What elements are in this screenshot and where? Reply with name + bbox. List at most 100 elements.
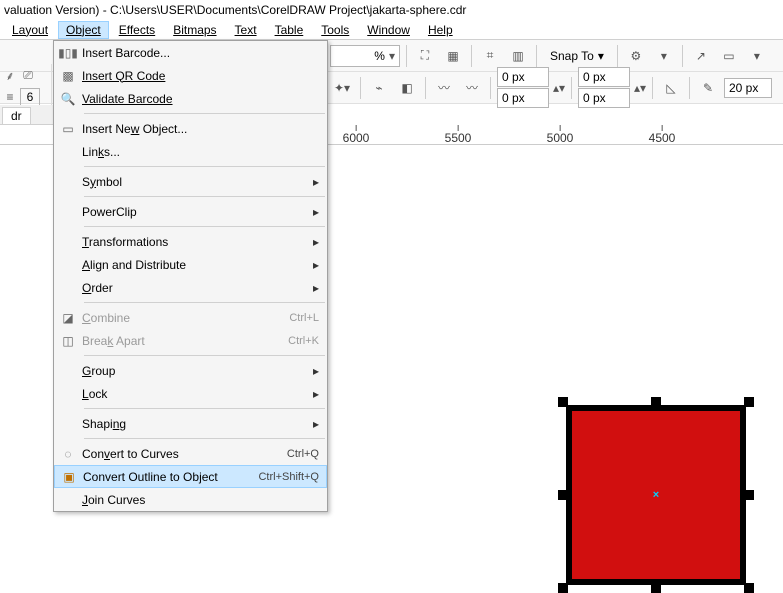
- curve-tool2-icon[interactable]: 〰: [460, 76, 484, 100]
- outline-width-field[interactable]: 20 px: [724, 78, 772, 98]
- menu-group[interactable]: Group ▸: [54, 359, 327, 382]
- outline-obj-icon: ▣: [55, 470, 83, 484]
- snap-toggle-icon[interactable]: ⌗: [478, 44, 502, 68]
- object-menu-dropdown: ▮▯▮ Insert Barcode... ▩ Insert QR Code 🔍…: [53, 40, 328, 512]
- menu-table[interactable]: Table: [267, 21, 312, 39]
- resize-handle-t[interactable]: [651, 397, 661, 407]
- corner-style-icon[interactable]: ◺: [659, 76, 683, 100]
- separator: [536, 45, 537, 67]
- title-bar: valuation Version) - C:\Users\USER\Docum…: [0, 0, 783, 20]
- menu-links[interactable]: Links...: [54, 140, 327, 163]
- presets-icon[interactable]: ✦▾: [330, 76, 354, 100]
- resize-handle-tr[interactable]: [744, 397, 754, 407]
- separator: [406, 45, 407, 67]
- row-icon: ≡: [2, 89, 18, 105]
- separator: [84, 355, 325, 356]
- pen-icon[interactable]: ✎: [696, 76, 720, 100]
- preview-icon[interactable]: ▦: [441, 44, 465, 68]
- resize-handle-b[interactable]: [651, 583, 661, 593]
- app-switch-icon[interactable]: ▭: [717, 44, 741, 68]
- zoom-combo[interactable]: % ▾: [330, 45, 400, 67]
- menu-object[interactable]: Object: [58, 21, 109, 39]
- separator: [84, 438, 325, 439]
- separator: [84, 113, 325, 114]
- separator: [682, 45, 683, 67]
- menu-insert-qr[interactable]: ▩ Insert QR Code: [54, 64, 327, 87]
- submenu-arrow-icon: ▸: [305, 417, 319, 431]
- separator: [84, 166, 325, 167]
- title-text: valuation Version) - C:\Users\USER\Docum…: [4, 3, 466, 17]
- num-field[interactable]: 6: [20, 88, 40, 106]
- combine-icon: ◪: [54, 311, 82, 325]
- submenu-arrow-icon: ▸: [305, 364, 319, 378]
- menu-transformations[interactable]: Transformations ▸: [54, 230, 327, 253]
- menu-bitmaps[interactable]: Bitmaps: [165, 21, 224, 39]
- offset-y-field[interactable]: 0 px: [497, 88, 549, 108]
- menu-validate-barcode[interactable]: 🔍 Validate Barcode: [54, 87, 327, 110]
- menu-tools[interactable]: Tools: [313, 21, 357, 39]
- snap-to-dropdown[interactable]: Snap To ▾: [543, 44, 611, 68]
- document-tabs: dr: [0, 105, 54, 125]
- resize-handle-l[interactable]: [558, 490, 568, 500]
- ole-icon: ▭: [54, 122, 82, 136]
- separator: [425, 77, 426, 99]
- menu-powerclip[interactable]: PowerClip ▸: [54, 200, 327, 223]
- submenu-arrow-icon: ▸: [305, 387, 319, 401]
- guides-icon[interactable]: ▥: [506, 44, 530, 68]
- menu-convert-to-curves[interactable]: ◌ Convert to Curves Ctrl+Q: [54, 442, 327, 465]
- submenu-arrow-icon: ▸: [305, 175, 319, 189]
- x-icon: ⸙: [2, 67, 18, 83]
- selected-rectangle[interactable]: ×: [558, 397, 754, 593]
- menu-effects[interactable]: Effects: [111, 21, 163, 39]
- size-w-field[interactable]: 0 px: [578, 67, 630, 87]
- document-tab[interactable]: dr: [2, 107, 31, 124]
- menu-bar: Layout Object Effects Bitmaps Text Table…: [0, 20, 783, 40]
- ruler-ticks: 6000 5500 5000 4500: [330, 125, 783, 144]
- size-h-field[interactable]: 0 px: [578, 88, 630, 108]
- separator: [84, 226, 325, 227]
- menu-shaping[interactable]: Shaping ▸: [54, 412, 327, 435]
- separator: [689, 77, 690, 99]
- resize-handle-bl[interactable]: [558, 583, 568, 593]
- separator: [84, 408, 325, 409]
- curves-icon: ◌: [54, 447, 82, 461]
- menu-layout[interactable]: Layout: [4, 21, 56, 39]
- menu-lock[interactable]: Lock ▸: [54, 382, 327, 405]
- menu-order[interactable]: Order ▸: [54, 276, 327, 299]
- menu-insert-barcode[interactable]: ▮▯▮ Insert Barcode...: [54, 41, 327, 64]
- dropdown-arrow-icon[interactable]: ▾: [652, 44, 676, 68]
- snap-to-label: Snap To: [550, 49, 594, 63]
- menu-symbol[interactable]: Symbol ▸: [54, 170, 327, 193]
- lock-icon[interactable]: ⎚: [20, 67, 36, 83]
- separator: [84, 302, 325, 303]
- menu-convert-outline-to-object[interactable]: ▣ Convert Outline to Object Ctrl+Shift+Q: [54, 465, 327, 488]
- tool2-icon[interactable]: ◧: [395, 76, 419, 100]
- offset-x-field[interactable]: 0 px: [497, 67, 549, 87]
- resize-handle-br[interactable]: [744, 583, 754, 593]
- menu-window[interactable]: Window: [359, 21, 418, 39]
- options-icon[interactable]: ⚙: [624, 44, 648, 68]
- fullscreen-icon[interactable]: ⛶: [413, 44, 437, 68]
- separator: [617, 45, 618, 67]
- launch-icon[interactable]: ↗: [689, 44, 713, 68]
- menu-join-curves[interactable]: Join Curves: [54, 488, 327, 511]
- tool1-icon[interactable]: ⌁: [367, 76, 391, 100]
- separator: [84, 196, 325, 197]
- separator: [471, 45, 472, 67]
- menu-text[interactable]: Text: [227, 21, 265, 39]
- menu-combine: ◪ Combine Ctrl+L: [54, 306, 327, 329]
- break-icon: ◫: [54, 334, 82, 348]
- validate-icon: 🔍: [54, 92, 82, 106]
- submenu-arrow-icon: ▸: [305, 258, 319, 272]
- resize-handle-r[interactable]: [744, 490, 754, 500]
- menu-align-distribute[interactable]: Align and Distribute ▸: [54, 253, 327, 276]
- menu-help[interactable]: Help: [420, 21, 461, 39]
- menu-break-apart: ◫ Break Apart Ctrl+K: [54, 329, 327, 352]
- curve-tool-icon[interactable]: 〰: [432, 76, 456, 100]
- menu-insert-new-object[interactable]: ▭ Insert New Object...: [54, 117, 327, 140]
- dropdown-arrow-icon[interactable]: ▾: [745, 44, 769, 68]
- chevron-down-icon: ▾: [389, 49, 395, 63]
- stepper-icon[interactable]: ▴▾: [553, 76, 565, 100]
- resize-handle-tl[interactable]: [558, 397, 568, 407]
- stepper-icon[interactable]: ▴▾: [634, 76, 646, 100]
